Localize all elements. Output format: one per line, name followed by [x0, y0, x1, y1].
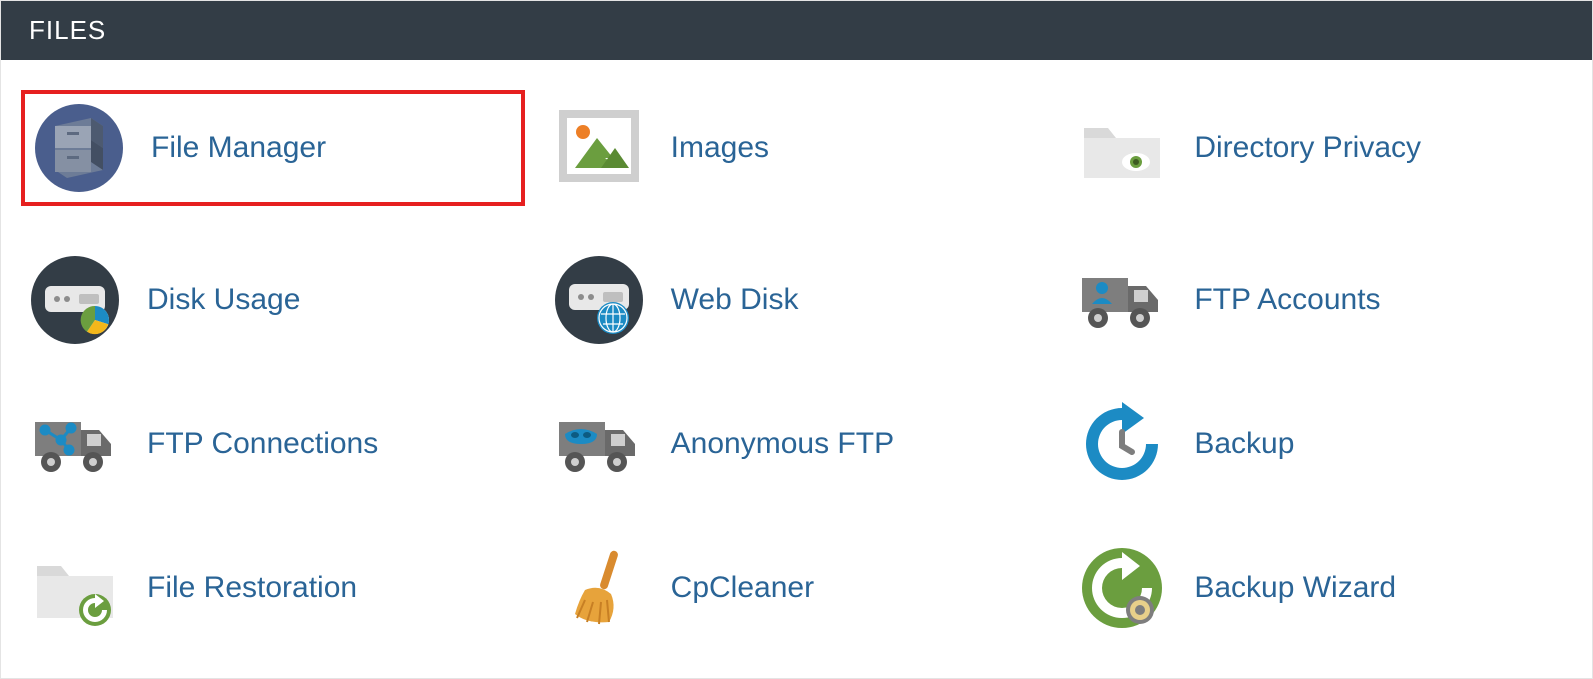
item-label: Backup [1194, 427, 1294, 461]
panel-title: FILES [1, 1, 1592, 60]
item-label: Disk Usage [147, 283, 300, 317]
item-anonymous-ftp[interactable]: Anonymous FTP [545, 394, 1049, 494]
item-backup[interactable]: Backup [1068, 394, 1572, 494]
item-label: Backup Wizard [1194, 571, 1396, 605]
backup-wizard-icon [1078, 544, 1166, 632]
item-backup-wizard[interactable]: Backup Wizard [1068, 538, 1572, 638]
item-cpcleaner[interactable]: CpCleaner [545, 538, 1049, 638]
item-label: Images [671, 131, 769, 165]
item-web-disk[interactable]: Web Disk [545, 250, 1049, 350]
files-panel: FILES File Manager Images Directory Privac… [0, 0, 1593, 679]
item-label: FTP Accounts [1194, 283, 1380, 317]
web-disk-icon [555, 256, 643, 344]
directory-privacy-icon [1078, 104, 1166, 192]
file-manager-icon [35, 104, 123, 192]
cpcleaner-icon [555, 544, 643, 632]
item-file-manager[interactable]: File Manager [21, 90, 525, 206]
backup-icon [1078, 400, 1166, 488]
item-ftp-accounts[interactable]: FTP Accounts [1068, 250, 1572, 350]
item-directory-privacy[interactable]: Directory Privacy [1068, 90, 1572, 206]
item-file-restoration[interactable]: File Restoration [21, 538, 525, 638]
disk-usage-icon [31, 256, 119, 344]
panel-body: File Manager Images Directory Privacy Disk … [1, 60, 1592, 678]
anonymous-ftp-icon [555, 400, 643, 488]
item-disk-usage[interactable]: Disk Usage [21, 250, 525, 350]
item-label: CpCleaner [671, 571, 814, 605]
items-grid: File Manager Images Directory Privacy Disk … [21, 90, 1572, 638]
item-ftp-connections[interactable]: FTP Connections [21, 394, 525, 494]
item-images[interactable]: Images [545, 90, 1049, 206]
item-label: File Manager [151, 131, 326, 165]
ftp-accounts-icon [1078, 256, 1166, 344]
item-label: Web Disk [671, 283, 799, 317]
file-restoration-icon [31, 544, 119, 632]
item-label: Anonymous FTP [671, 427, 894, 461]
item-label: Directory Privacy [1194, 131, 1421, 165]
ftp-connections-icon [31, 400, 119, 488]
item-label: File Restoration [147, 571, 357, 605]
images-icon [555, 104, 643, 192]
item-label: FTP Connections [147, 427, 378, 461]
